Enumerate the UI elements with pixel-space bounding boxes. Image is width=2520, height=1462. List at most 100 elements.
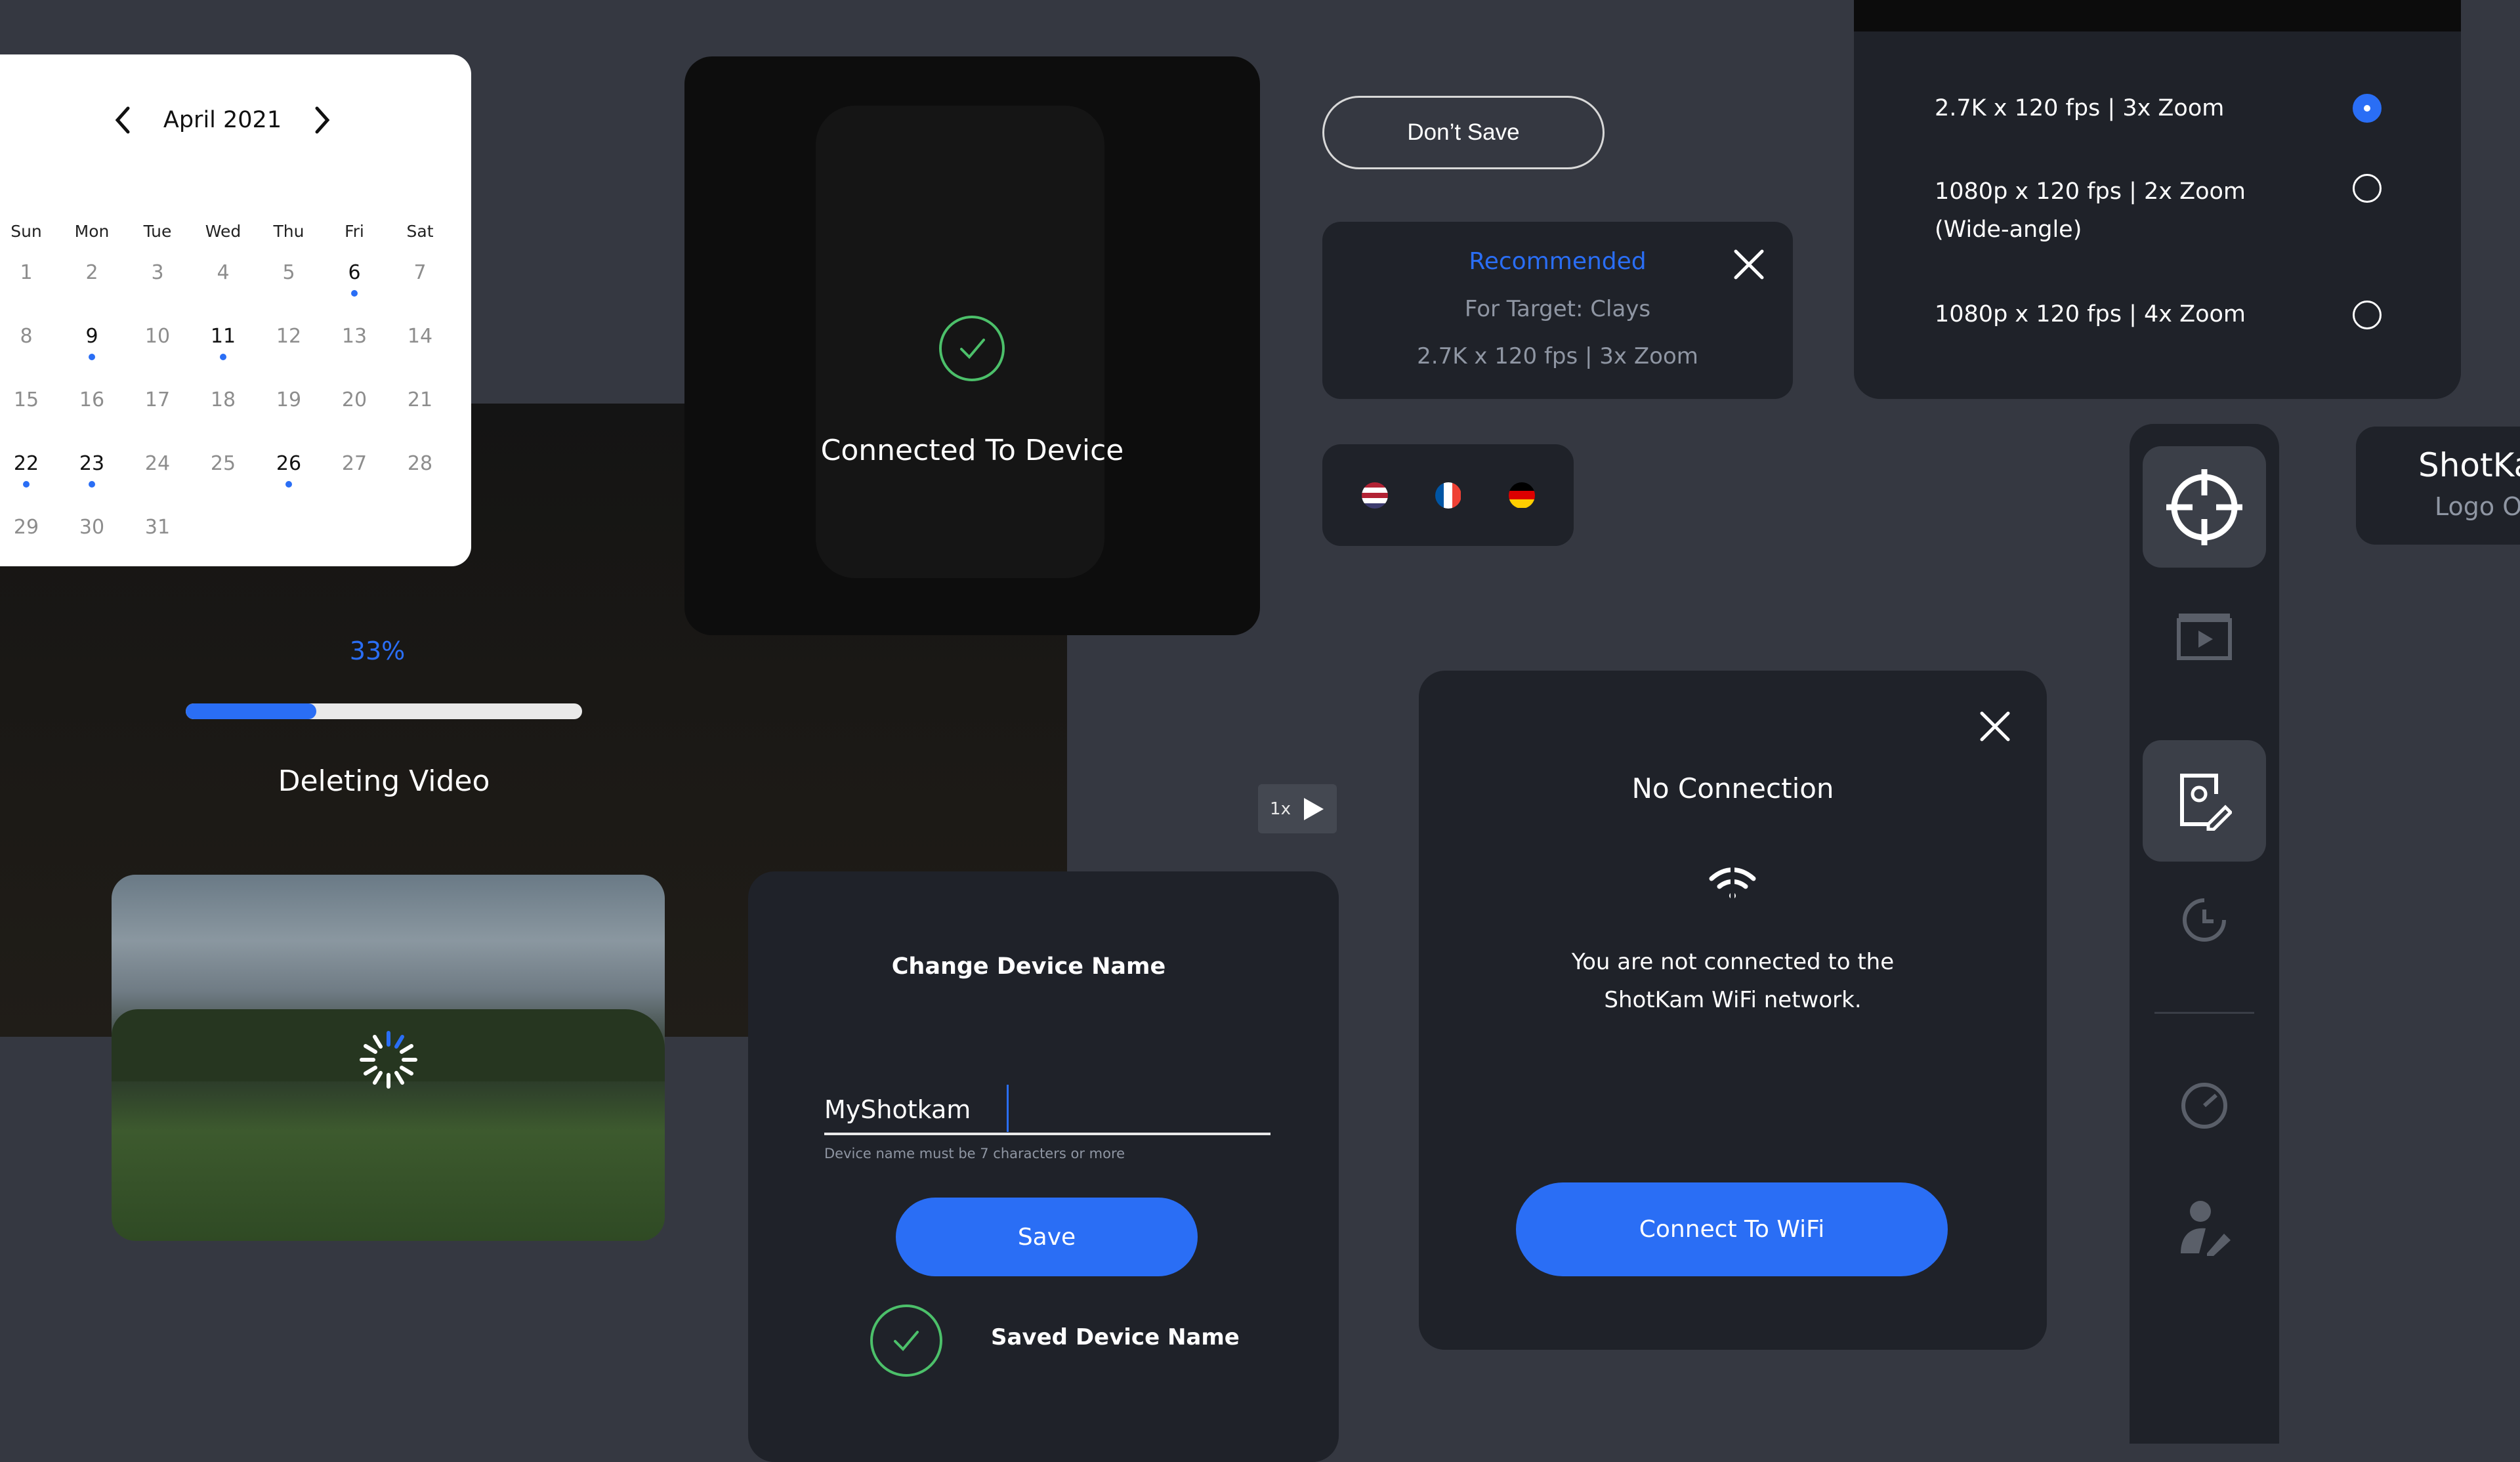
history-icon — [2183, 898, 2226, 942]
resolution-option[interactable]: 2.7K x 120 fps | 3x Zoom — [1935, 89, 2224, 127]
settings-edit-icon — [2180, 773, 2232, 831]
check-icon — [939, 316, 1005, 381]
sidebar-item-target[interactable] — [2143, 446, 2266, 568]
speed-label: 1x — [1270, 799, 1291, 819]
calendar-week: 29 30 31 — [0, 495, 453, 559]
calendar-day[interactable]: 19 — [256, 388, 322, 411]
calendar-day[interactable]: 26 — [256, 452, 322, 488]
calendar-day[interactable]: 18 — [190, 388, 256, 411]
calendar-day[interactable]: 16 — [59, 388, 125, 411]
radio-unselected[interactable] — [2353, 301, 2382, 329]
calendar-grid: Sun Mon Tue Wed Thu Fri Sat 1 2 3 4 5 6 7 8 9 10 11 12 13 1… — [0, 222, 453, 559]
input-hint: Device name must be 7 characters or more — [824, 1146, 1125, 1161]
recommended-title: Recommended — [1469, 248, 1647, 275]
calendar-day[interactable]: 22 — [0, 452, 59, 488]
calendar-day[interactable]: 23 — [59, 452, 125, 488]
sidebar-item-settings[interactable] — [2143, 740, 2266, 862]
message-line: You are not connected to the — [1571, 949, 1895, 975]
sidebar-item-speed[interactable] — [2143, 1043, 2266, 1165]
us-flag-icon[interactable] — [1361, 482, 1388, 509]
calendar-week: 15 16 17 18 19 20 21 — [0, 368, 453, 432]
connected-label: Connected To Device — [820, 434, 1124, 467]
chevron-left-icon[interactable] — [114, 106, 133, 135]
calendar-day[interactable]: 14 — [387, 325, 453, 348]
calendar-day[interactable]: 7 — [387, 261, 453, 284]
calendar-header: April 2021 — [0, 100, 471, 140]
sidebar-item-history[interactable] — [2143, 859, 2266, 980]
calendar-day[interactable]: 28 — [387, 452, 453, 475]
de-flag-icon[interactable] — [1508, 482, 1535, 509]
weekday-label: Thu — [273, 222, 304, 241]
video-thumbnail[interactable] — [112, 875, 665, 1241]
calendar-day[interactable]: 15 — [0, 388, 59, 411]
radio-selected[interactable] — [2353, 94, 2382, 123]
no-connection-dialog: No Connection You are not connected to t… — [1419, 671, 2047, 1350]
calendar-day[interactable]: 1 — [0, 261, 59, 284]
text-cursor — [1007, 1085, 1009, 1132]
fr-flag-icon[interactable] — [1435, 482, 1461, 509]
calendar-day[interactable]: 30 — [59, 516, 125, 539]
language-selector — [1322, 444, 1574, 546]
message-line: ShotKam WiFi network. — [1604, 987, 1862, 1013]
progress-fill — [186, 703, 317, 719]
calendar-month-label: April 2021 — [163, 107, 282, 133]
calendar-day[interactable]: 10 — [125, 325, 190, 348]
calendar-day[interactable]: 6 — [322, 261, 387, 297]
weekday-label: Mon — [74, 222, 110, 241]
calendar-day[interactable]: 2 — [59, 261, 125, 284]
dialog-title: Change Device Name — [891, 953, 1166, 980]
option-label: 1080p x 120 fps | 4x Zoom — [1935, 301, 2246, 327]
connect-wifi-button[interactable]: Connect To WiFi — [1516, 1182, 1948, 1276]
crosshair-icon — [2166, 469, 2242, 545]
sidebar-item-videos[interactable] — [2143, 575, 2266, 696]
calendar-day[interactable]: 25 — [190, 452, 256, 475]
resolution-option[interactable]: 1080p x 120 fps | 2x Zoom (Wide-angle) — [1935, 173, 2246, 249]
calendar-day[interactable]: 27 — [322, 452, 387, 475]
speedometer-icon — [2181, 1082, 2227, 1129]
close-icon[interactable] — [1975, 707, 2015, 746]
sidebar-item-account[interactable] — [2143, 1165, 2266, 1287]
playback-speed-control[interactable]: 1x — [1258, 784, 1337, 833]
calendar-day[interactable]: 8 — [0, 325, 59, 348]
calendar-week: 22 23 24 25 26 27 28 — [0, 432, 453, 495]
play-icon[interactable] — [1303, 797, 1325, 822]
connected-overlay: Connected To Device — [684, 56, 1260, 635]
calendar-day[interactable]: 17 — [125, 388, 190, 411]
calendar-day[interactable]: 11 — [190, 325, 256, 360]
dialog-message: You are not connected to the ShotKam WiF… — [1517, 943, 1948, 1019]
sidebar — [2130, 424, 2279, 1444]
radio-unselected[interactable] — [2353, 174, 2382, 203]
weekday-label: Wed — [205, 222, 242, 241]
recommended-target: For Target: Clays — [1464, 296, 1651, 322]
logo-card[interactable]: ShotKa Logo O — [2356, 427, 2520, 545]
weekday-label: Fri — [345, 222, 364, 241]
calendar-day[interactable]: 13 — [322, 325, 387, 348]
calendar-day[interactable]: 12 — [256, 325, 322, 348]
device-name-input[interactable] — [824, 1087, 1270, 1135]
calendar-day[interactable]: 20 — [322, 388, 387, 411]
panel-top-bar — [1854, 0, 2461, 31]
calendar-day[interactable]: 3 — [125, 261, 190, 284]
dont-save-button[interactable]: Don’t Save — [1322, 96, 1605, 169]
calendar-day[interactable]: 21 — [387, 388, 453, 411]
close-icon[interactable] — [1729, 245, 1769, 284]
calendar-day[interactable]: 31 — [125, 516, 190, 539]
option-sublabel: (Wide-angle) — [1935, 217, 2082, 243]
save-button[interactable]: Save — [896, 1198, 1198, 1276]
option-label: 1080p x 120 fps | 2x Zoom — [1935, 178, 2246, 205]
weekday-header: Sun Mon Tue Wed Thu Fri Sat — [0, 222, 453, 241]
calendar-day[interactable]: 9 — [59, 325, 125, 360]
calendar-day[interactable]: 29 — [0, 516, 59, 539]
resolution-options-panel: 2.7K x 120 fps | 3x Zoom 1080p x 120 fps… — [1854, 0, 2461, 399]
chevron-right-icon[interactable] — [312, 106, 331, 135]
resolution-option[interactable]: 1080p x 120 fps | 4x Zoom — [1935, 295, 2246, 333]
calendar-day[interactable]: 5 — [256, 261, 322, 284]
calendar-widget: April 2021 Sun Mon Tue Wed Thu Fri Sat 1234567… — [0, 54, 471, 566]
weekday-label: Sun — [10, 222, 42, 241]
calendar-week: 1234567 — [0, 241, 453, 304]
video-icon — [2177, 613, 2232, 660]
recommended-card: Recommended For Target: Clays 2.7K x 120… — [1322, 222, 1793, 399]
calendar-day[interactable]: 4 — [190, 261, 256, 284]
calendar-day[interactable]: 24 — [125, 452, 190, 475]
logo-title: ShotKa — [2418, 446, 2520, 484]
